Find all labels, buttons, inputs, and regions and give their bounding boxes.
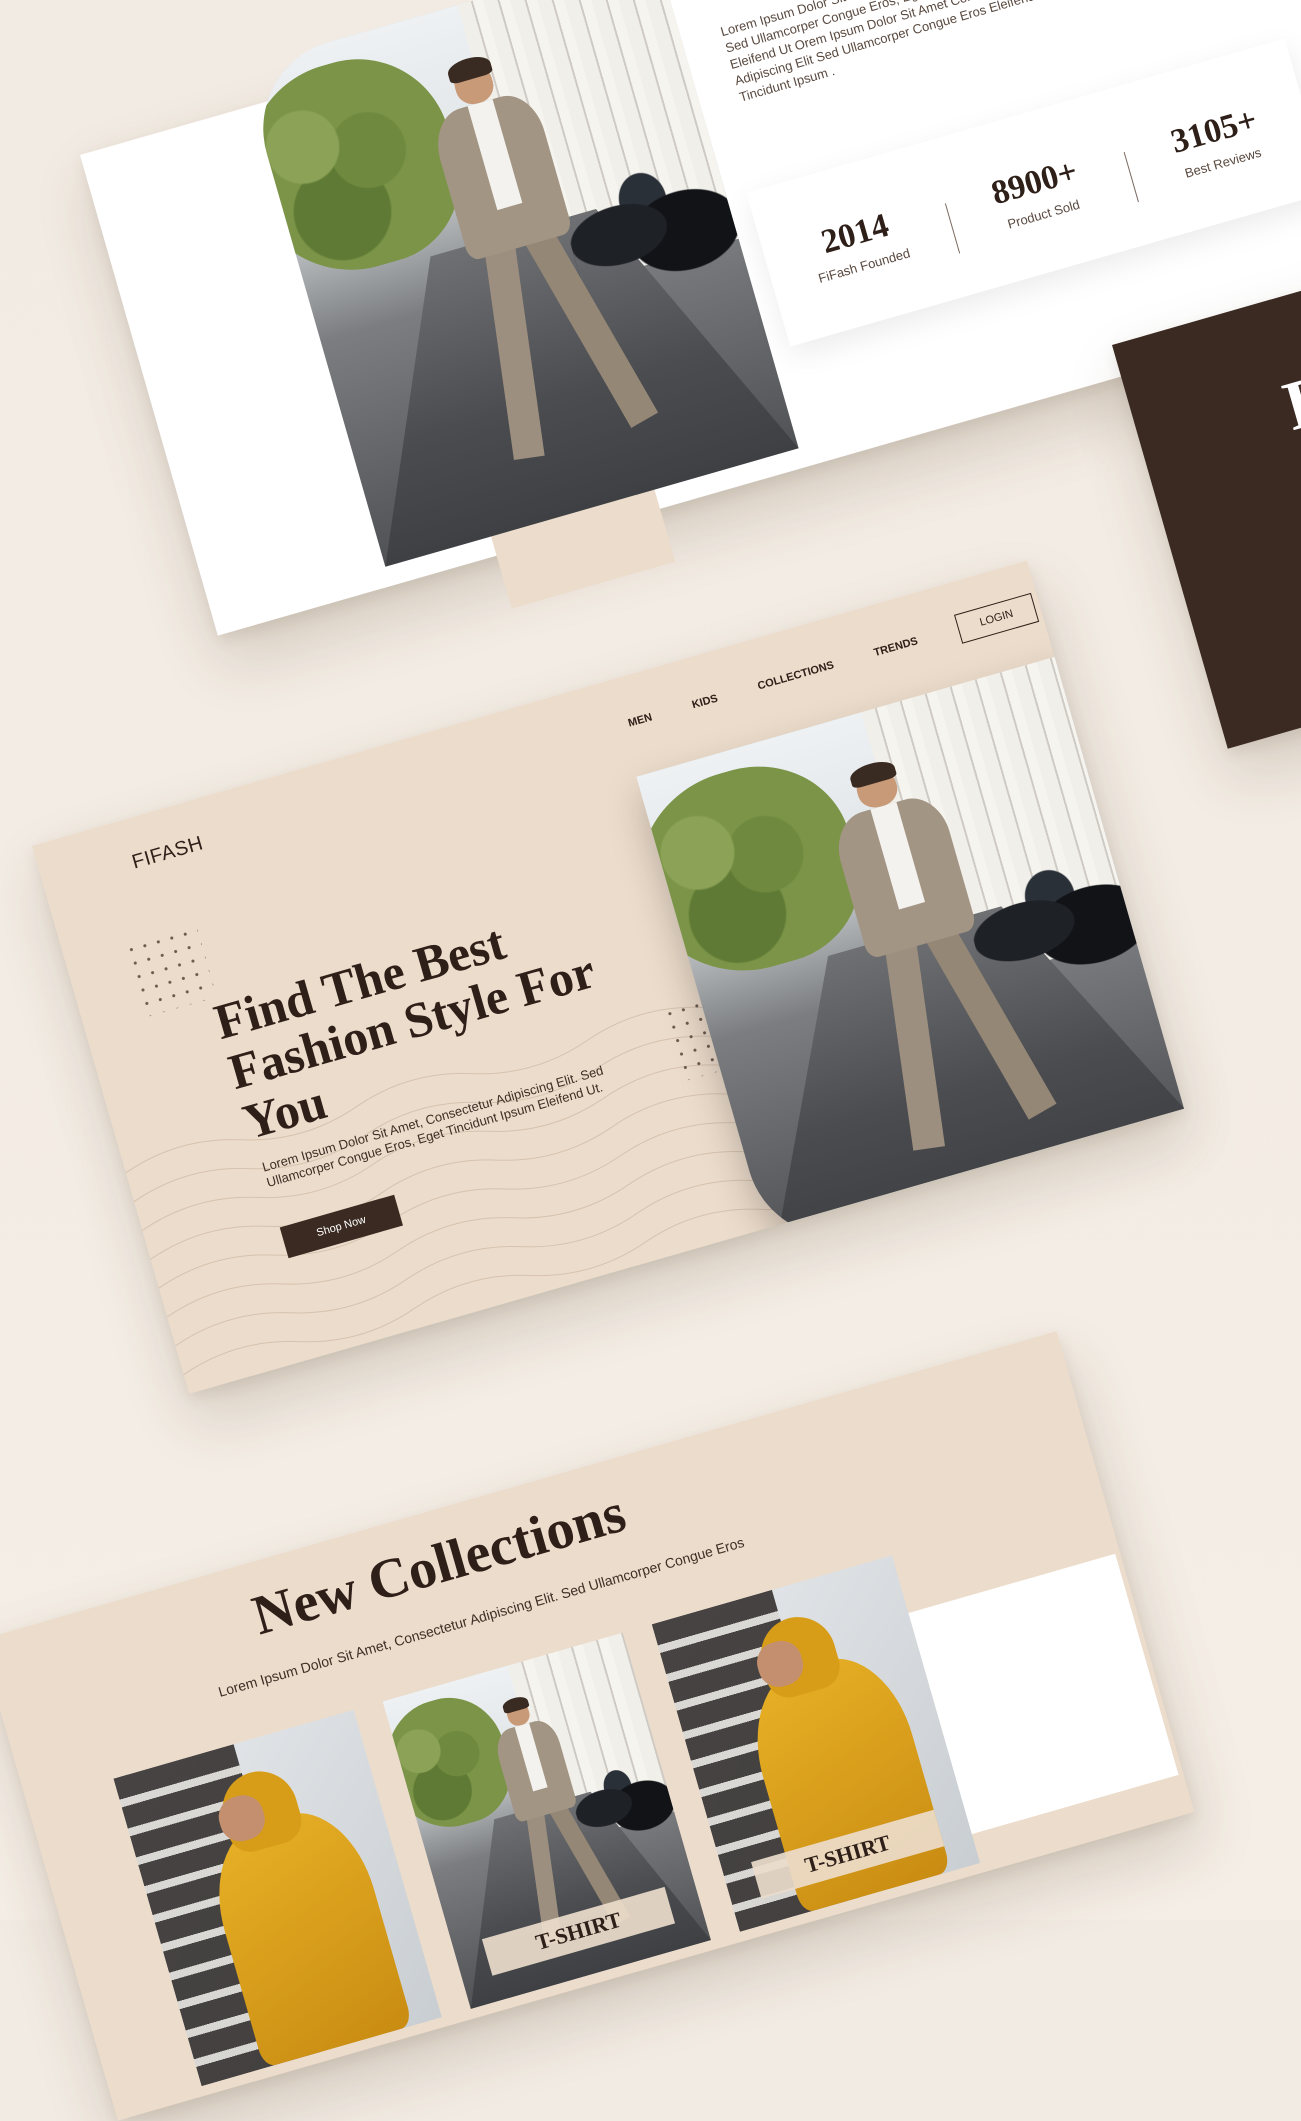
nav-kids[interactable]: KIDS bbox=[691, 693, 720, 712]
stat-sold: 8900+ Product Sold bbox=[940, 139, 1134, 247]
nav-collections[interactable]: COLLECTIONS bbox=[756, 659, 835, 692]
collection-card[interactable] bbox=[113, 1709, 442, 2087]
collections-section: New Collections Lorem Ipsum Dolor Sit Am… bbox=[0, 1331, 1195, 2121]
model-photo bbox=[242, 0, 799, 567]
dark-panel-text: B bbox=[1275, 359, 1301, 446]
stat-reviews: 3105+ Best Reviews bbox=[1120, 87, 1301, 195]
stats-card: 2014 FiFash Founded 8900+ Product Sold 3… bbox=[746, 38, 1301, 347]
stat-founded: 2014 FiFash Founded bbox=[761, 190, 955, 298]
dot-grid-decoration bbox=[122, 923, 217, 1018]
hero-section: FIFASH MEN KIDS COLLECTIONS TRENDS LOGIN… bbox=[32, 560, 1185, 1394]
about-text: Lorem Ipsum Dolor Sit Amet, Consectetur … bbox=[718, 0, 1038, 105]
nav-trends[interactable]: TRENDS bbox=[872, 635, 919, 659]
brand-logo[interactable]: FIFASH bbox=[130, 832, 207, 874]
nav-men[interactable]: MEN bbox=[627, 711, 654, 729]
about-section: Sinc Lorem Ipsum Dolor Sit Amet, Consect… bbox=[80, 0, 1301, 636]
collection-card[interactable]: T-SHIRT bbox=[382, 1632, 712, 2010]
login-button[interactable]: LOGIN bbox=[953, 592, 1040, 644]
product-photo bbox=[113, 1709, 442, 2087]
